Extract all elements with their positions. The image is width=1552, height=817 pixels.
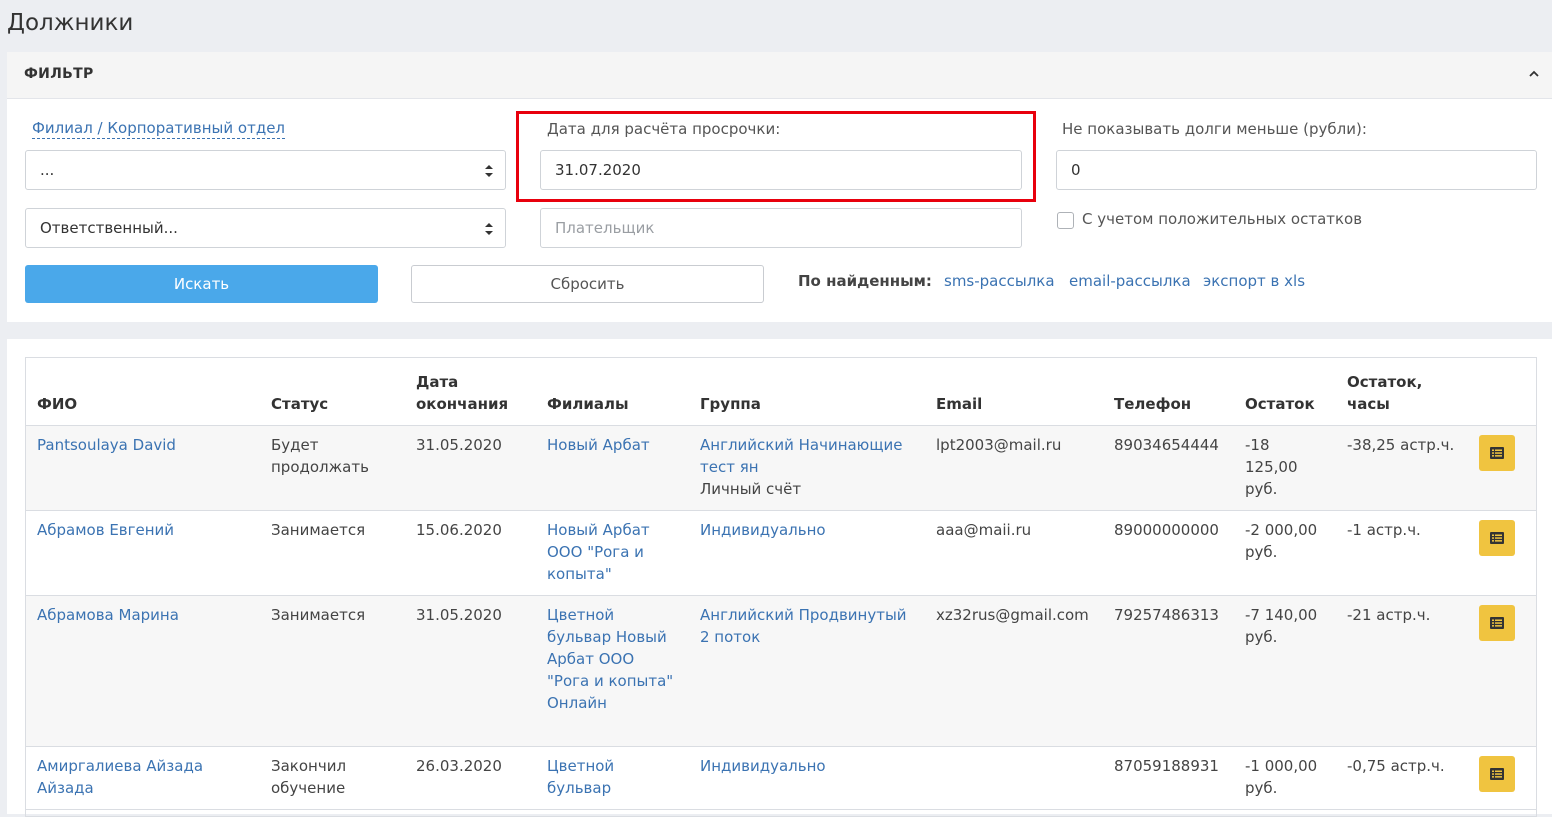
phone-text: 89000000000 — [1114, 520, 1219, 539]
status-text: Занимается — [271, 605, 366, 624]
branch-filter-label[interactable]: Филиал / Корпоративный отдел — [32, 119, 286, 139]
branch-link[interactable]: Новый Арбат ООО "Рога и копыта" — [547, 519, 678, 585]
branch-link[interactable]: Новый Арбат — [547, 434, 678, 456]
select-arrows-icon — [485, 165, 493, 177]
header-name[interactable]: ФИО — [26, 358, 260, 426]
status-text: Будет продолжать — [271, 435, 369, 476]
group-link[interactable]: Английский Продвинутый 2 поток — [700, 604, 914, 648]
header-end-date[interactable]: Дата окончания — [405, 358, 536, 426]
phone-text: 89034654444 — [1114, 435, 1219, 454]
group-link[interactable]: Индивидуально — [700, 519, 914, 541]
list-icon — [1490, 767, 1504, 780]
balance-hours-text: -0,75 астр.ч. — [1347, 756, 1445, 775]
status-text: Закончил обучение — [271, 756, 347, 797]
table-panel: ФИО Статус Дата окончания Филиалы Группа… — [7, 339, 1552, 817]
table-row: Амиргалиева Айзада Айзада Закончил обуче… — [26, 746, 1536, 810]
reset-button[interactable]: Сбросить — [411, 265, 764, 303]
row-details-button[interactable] — [1479, 604, 1515, 641]
page-title: Должники — [7, 10, 134, 36]
phone-text: 87059188931 — [1114, 756, 1219, 775]
payer-input[interactable]: Плательщик — [540, 208, 1022, 248]
email-text: lpt2003@mail.ru — [936, 435, 1062, 454]
student-name-link[interactable]: Pantsoulaya David — [37, 434, 249, 456]
found-label: По найденным: — [798, 272, 932, 290]
payer-placeholder: Плательщик — [555, 219, 655, 237]
branch-select-value: ... — [40, 161, 55, 179]
min-debt-input[interactable]: 0 — [1056, 150, 1537, 190]
list-icon — [1490, 531, 1504, 544]
debtors-table: ФИО Статус Дата окончания Филиалы Группа… — [25, 357, 1537, 817]
header-balance-hours[interactable]: Остаток, часы — [1336, 358, 1468, 426]
filter-panel: ФИЛЬТР Филиал / Корпоративный отдел ... … — [7, 52, 1552, 322]
student-name-link[interactable]: Абрамов Евгений — [37, 519, 249, 541]
header-group[interactable]: Группа — [689, 358, 925, 426]
responsible-select[interactable]: Ответственный... — [25, 208, 506, 248]
filter-title: ФИЛЬТР — [24, 66, 94, 82]
email-text: aaa@maii.ru — [936, 520, 1032, 539]
end-date-text: 15.06.2020 — [416, 520, 502, 539]
export-xls-link[interactable]: экспорт в xls — [1203, 272, 1305, 290]
row-details-button[interactable] — [1479, 434, 1515, 471]
student-name-link[interactable]: Амиргалиева Айзада Айзада — [37, 755, 249, 799]
sms-mailing-link[interactable]: sms-рассылка — [944, 272, 1055, 290]
select-arrows-icon — [485, 223, 493, 235]
table-row: Pantsoulaya David Будет продолжать 31.05… — [26, 425, 1536, 511]
list-icon — [1490, 446, 1504, 459]
row-details-button[interactable] — [1479, 519, 1515, 556]
email-text: xz32rus@gmail.com — [936, 605, 1089, 624]
list-icon — [1490, 616, 1504, 629]
header-balance[interactable]: Остаток — [1234, 358, 1336, 426]
branch-select[interactable]: ... — [25, 150, 506, 190]
overdue-date-input[interactable]: 31.07.2020 — [540, 150, 1022, 190]
header-status[interactable]: Статус — [260, 358, 405, 426]
overdue-date-label: Дата для расчёта просрочки: — [547, 120, 781, 138]
header-branches[interactable]: Филиалы — [536, 358, 689, 426]
balance-hours-text: -21 астр.ч. — [1347, 605, 1431, 624]
row-details-button[interactable] — [1479, 755, 1515, 792]
table-row: Абрамов Евгений Занимается 15.06.2020 Но… — [26, 510, 1536, 596]
group-link[interactable]: Английский Начинающие тест ян — [700, 434, 914, 478]
group-link[interactable]: Индивидуально — [700, 755, 914, 777]
responsible-select-value: Ответственный... — [40, 219, 178, 237]
end-date-text: 31.05.2020 — [416, 435, 502, 454]
chevron-up-icon[interactable] — [1528, 68, 1540, 80]
status-text: Занимается — [271, 520, 366, 539]
header-actions — [1468, 358, 1536, 426]
end-date-text: 26.03.2020 — [416, 756, 502, 775]
balance-text: -18 125,00 руб. — [1245, 435, 1298, 498]
positive-balance-label[interactable]: С учетом положительных остатков — [1082, 210, 1362, 228]
branch-link[interactable]: Цветной бульвар — [547, 755, 678, 799]
email-mailing-link[interactable]: email-рассылка — [1069, 272, 1191, 290]
balance-text: -2 000,00 руб. — [1245, 520, 1318, 561]
min-debt-label: Не показывать долги меньше (рубли): — [1062, 120, 1367, 138]
student-name-link[interactable]: Абрамова Марина — [37, 604, 249, 626]
search-button[interactable]: Искать — [25, 265, 378, 303]
positive-balance-checkbox[interactable] — [1057, 212, 1074, 229]
end-date-text: 31.05.2020 — [416, 605, 502, 624]
balance-hours-text: -38,25 астр.ч. — [1347, 435, 1455, 454]
filter-header[interactable]: ФИЛЬТР — [7, 52, 1552, 99]
phone-text: 79257486313 — [1114, 605, 1219, 624]
min-debt-value: 0 — [1071, 161, 1081, 179]
balance-text: -1 000,00 руб. — [1245, 756, 1318, 797]
balance-hours-text: -1 астр.ч. — [1347, 520, 1421, 539]
table-row: Абрамова Марина Занимается 31.05.2020 Цв… — [26, 595, 1536, 747]
header-phone[interactable]: Телефон — [1103, 358, 1234, 426]
header-email[interactable]: Email — [925, 358, 1103, 426]
group-note: Личный счёт — [700, 479, 802, 498]
balance-text: -7 140,00 руб. — [1245, 605, 1318, 646]
overdue-date-value: 31.07.2020 — [555, 161, 641, 179]
branch-link[interactable]: Цветной бульвар Новый Арбат ООО "Рога и … — [547, 604, 678, 714]
